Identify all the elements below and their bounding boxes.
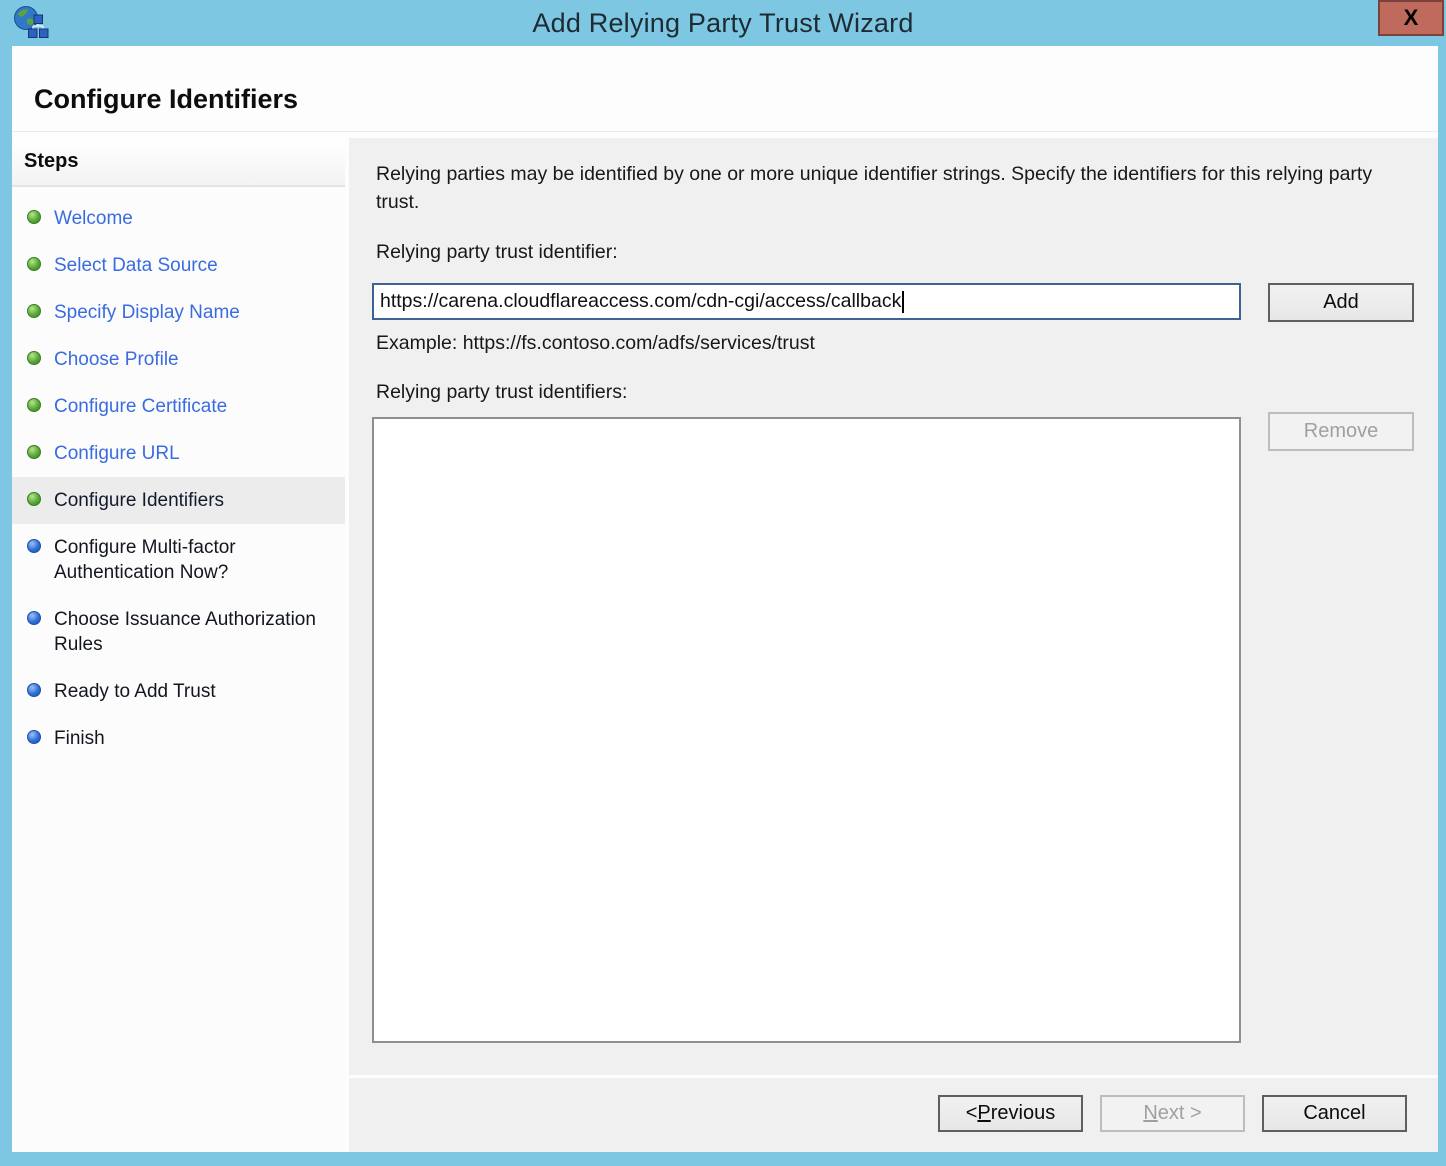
next-button[interactable]: Next > <box>1100 1095 1245 1132</box>
sidebar-item-welcome[interactable]: Welcome <box>12 195 345 242</box>
identifier-field-label: Relying party trust identifier: <box>376 241 618 264</box>
step-status-icon <box>27 539 41 553</box>
steps-heading: Steps <box>12 138 345 187</box>
text-cursor <box>902 291 904 313</box>
main-panel: Relying parties may be identified by one… <box>349 138 1438 1075</box>
sidebar-item-select-data-source[interactable]: Select Data Source <box>12 242 345 289</box>
next-label-accel: N <box>1143 1102 1157 1125</box>
window-titlebar[interactable]: Add Relying Party Trust Wizard X <box>0 0 1446 46</box>
sidebar-item-choose-profile[interactable]: Choose Profile <box>12 336 345 383</box>
step-status-icon <box>27 398 41 412</box>
sidebar-item-configure-mfa: Configure Multi-factor Authentication No… <box>12 524 345 596</box>
next-label-rest: ext > <box>1158 1102 1202 1125</box>
wizard-window: Add Relying Party Trust Wizard X Configu… <box>0 0 1446 1166</box>
intro-text: Relying parties may be identified by one… <box>376 160 1406 216</box>
add-button[interactable]: Add <box>1268 283 1414 322</box>
sidebar-item-ready-to-add-trust: Ready to Add Trust <box>12 668 345 715</box>
identifier-input-value: https://carena.cloudflareaccess.com/cdn-… <box>380 290 901 313</box>
example-text: Example: https://fs.contoso.com/adfs/ser… <box>376 332 815 355</box>
identifier-input[interactable]: https://carena.cloudflareaccess.com/cdn-… <box>372 283 1241 320</box>
sidebar-item-finish: Finish <box>12 715 345 762</box>
previous-label-prefix: < <box>966 1102 978 1125</box>
footer-bar: < Previous Next > Cancel <box>349 1078 1438 1152</box>
step-status-icon <box>27 730 41 744</box>
page-header: Configure Identifiers <box>12 46 1438 132</box>
identifiers-list-label: Relying party trust identifiers: <box>376 381 627 404</box>
window-title: Add Relying Party Trust Wizard <box>0 0 1446 46</box>
steps-list: Welcome Select Data Source Specify Displ… <box>12 187 345 762</box>
step-status-icon <box>27 304 41 318</box>
previous-label-accel: P <box>977 1102 990 1125</box>
close-button[interactable]: X <box>1378 0 1444 36</box>
identifiers-listbox[interactable] <box>372 417 1241 1043</box>
step-status-icon <box>27 257 41 271</box>
sidebar-item-specify-display-name[interactable]: Specify Display Name <box>12 289 345 336</box>
steps-sidebar: Steps Welcome Select Data Source Specify… <box>12 138 345 1152</box>
window-body: Configure Identifiers Steps Welcome Sele… <box>12 46 1438 1152</box>
sidebar-item-configure-url[interactable]: Configure URL <box>12 430 345 477</box>
step-status-icon <box>27 210 41 224</box>
sidebar-item-configure-certificate[interactable]: Configure Certificate <box>12 383 345 430</box>
page-title: Configure Identifiers <box>34 84 298 115</box>
previous-button[interactable]: < Previous <box>938 1095 1083 1132</box>
sidebar-item-choose-issuance-rules: Choose Issuance Authorization Rules <box>12 596 345 668</box>
cancel-button[interactable]: Cancel <box>1262 1095 1407 1132</box>
remove-button[interactable]: Remove <box>1268 412 1414 451</box>
sidebar-item-configure-identifiers[interactable]: Configure Identifiers <box>12 477 345 524</box>
step-status-icon <box>27 683 41 697</box>
previous-label-rest: revious <box>991 1102 1055 1125</box>
step-status-icon <box>27 611 41 625</box>
step-status-icon <box>27 351 41 365</box>
step-status-icon <box>27 492 41 506</box>
step-status-icon <box>27 445 41 459</box>
